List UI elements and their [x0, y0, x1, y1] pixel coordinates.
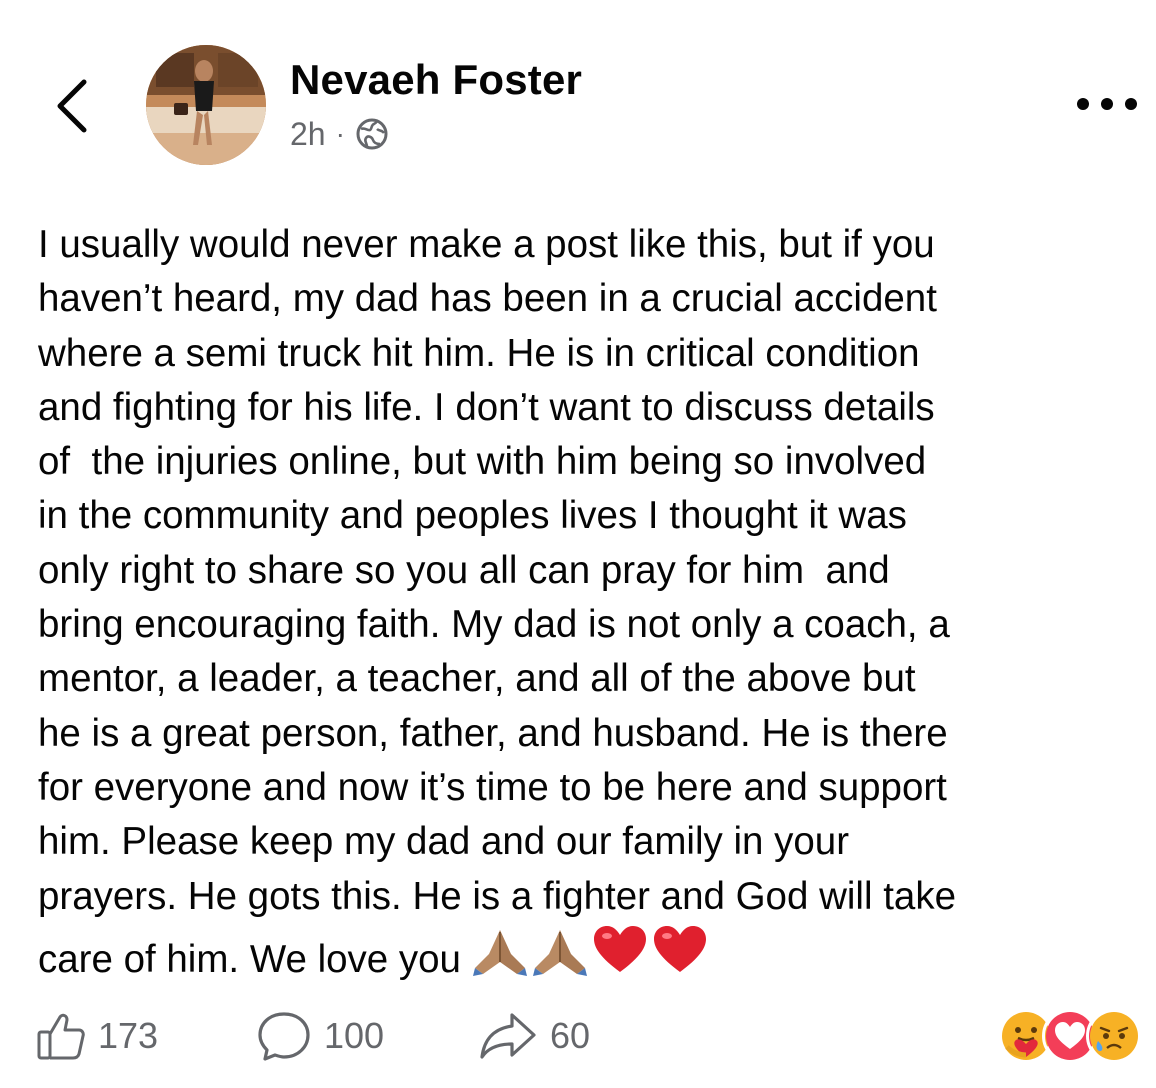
post-line: I usually would never make a post like t…: [38, 223, 935, 266]
post-body: I usually would never make a post like t…: [38, 218, 1138, 987]
red-heart-emoji: [653, 925, 706, 972]
post-line: mentor, a leader, a teacher, and all of …: [38, 657, 916, 701]
share-icon: [480, 1013, 536, 1059]
post-line: him. Please keep my dad and our family i…: [38, 820, 850, 864]
chevron-left-icon: [57, 79, 87, 133]
post-line: in the community and peoples lives I tho…: [38, 494, 907, 538]
comment-count: 100: [324, 1015, 385, 1056]
comment-button[interactable]: 100: [256, 1008, 384, 1064]
post-header: Nevaeh Foster 2h ·: [0, 0, 1156, 190]
more-dots-icon: [1077, 98, 1137, 110]
red-heart-emoji: [593, 925, 646, 972]
post-line-last: care of him. We love you: [38, 924, 1138, 987]
like-button[interactable]: 173: [36, 1008, 158, 1064]
avatar-photo: [146, 45, 266, 165]
trailing-emojis: [471, 924, 711, 976]
post-meta: 2h ·: [290, 112, 389, 156]
meta-separator: ·: [335, 118, 345, 149]
avatar[interactable]: [146, 45, 266, 165]
post-footer: 173 100 60: [0, 1000, 1156, 1070]
post-line: only right to share so you all can pray …: [38, 548, 890, 592]
back-button[interactable]: [40, 66, 104, 146]
more-options-button[interactable]: [1072, 86, 1142, 122]
post-line: where a semi truck hit him. He is in cri…: [38, 331, 920, 375]
post-line-text: care of him. We love you: [38, 937, 461, 981]
like-count: 173: [98, 1015, 159, 1056]
post-line: for everyone and now it’s time to be her…: [38, 765, 947, 809]
post-line: of the injuries online, but with him bei…: [38, 440, 927, 484]
post-line: he is a great person, father, and husban…: [38, 711, 948, 755]
post-line: bring encouraging faith. My dad is not o…: [38, 603, 950, 647]
folded-hands-emoji: [472, 929, 527, 976]
reaction-summary[interactable]: [998, 1008, 1142, 1064]
author-name[interactable]: Nevaeh Foster: [290, 56, 582, 104]
sad-reaction: [1086, 1008, 1142, 1064]
globe-icon[interactable]: [355, 117, 389, 151]
comment-icon: [258, 1012, 310, 1061]
post-line: and fighting for his life. I don’t want …: [38, 385, 935, 429]
thumbs-up-icon: [37, 1013, 85, 1060]
post-time[interactable]: 2h: [290, 116, 326, 153]
post-line: haven’t heard, my dad has been in a cruc…: [38, 277, 937, 321]
folded-hands-emoji: [532, 929, 587, 976]
post-line: prayers. He gots this. He is a fighter a…: [38, 874, 957, 918]
share-button[interactable]: 60: [478, 1008, 590, 1064]
share-count: 60: [550, 1015, 591, 1056]
